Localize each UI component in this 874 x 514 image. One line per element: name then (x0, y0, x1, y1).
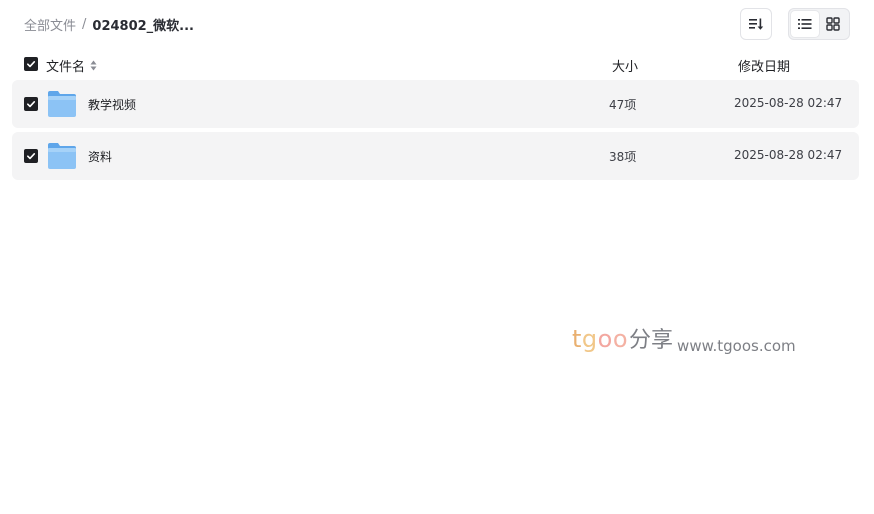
folder-icon (48, 91, 76, 117)
folder-icon (48, 143, 76, 169)
checkmark-icon (27, 153, 36, 160)
sort-list-icon (749, 18, 764, 30)
file-item-count: 38项 (609, 150, 637, 164)
column-header-size: 大小 (612, 60, 639, 75)
file-row[interactable]: 资料 38项 2025-08-28 02:47 (12, 132, 859, 180)
breadcrumb: 全部文件 / 024802_微软... (24, 15, 194, 34)
column-header-date: 修改日期 (738, 60, 791, 75)
checkmark-icon (27, 61, 36, 68)
view-mode-toggle (788, 8, 850, 40)
breadcrumb-current-folder: 024802_微软... (92, 18, 194, 34)
file-modified-date: 2025-08-28 02:47 (734, 148, 843, 162)
list-view-icon (798, 19, 812, 29)
watermark-brand-cn: 分享 (629, 328, 674, 353)
watermark: tgoo 分享 www.tgoos.com (572, 322, 796, 355)
file-list-header: 文件名 大小 修改日期 (0, 52, 874, 76)
grid-view-button[interactable] (819, 11, 847, 37)
file-row[interactable]: 教学视频 47项 2025-08-28 02:47 (12, 80, 859, 128)
breadcrumb-separator: / (82, 16, 87, 32)
file-modified-date: 2025-08-28 02:47 (734, 96, 843, 110)
select-all-checkbox[interactable] (24, 57, 38, 71)
file-name[interactable]: 教学视频 (88, 96, 136, 113)
sort-button[interactable] (740, 8, 772, 40)
file-name[interactable]: 资料 (88, 148, 112, 165)
breadcrumb-root-link[interactable]: 全部文件 (24, 15, 76, 34)
checkmark-icon (27, 101, 36, 108)
grid-view-icon (826, 17, 840, 31)
row-checkbox[interactable] (24, 149, 38, 163)
watermark-brand: tgoo (572, 325, 629, 353)
column-header-name-label: 文件名 (46, 60, 86, 75)
file-item-count: 47项 (609, 98, 637, 112)
list-view-button[interactable] (791, 11, 819, 37)
row-checkbox[interactable] (24, 97, 38, 111)
sort-toggle-icon (90, 60, 97, 71)
column-header-name[interactable]: 文件名 (46, 56, 97, 75)
watermark-url: www.tgoos.com (677, 337, 796, 355)
